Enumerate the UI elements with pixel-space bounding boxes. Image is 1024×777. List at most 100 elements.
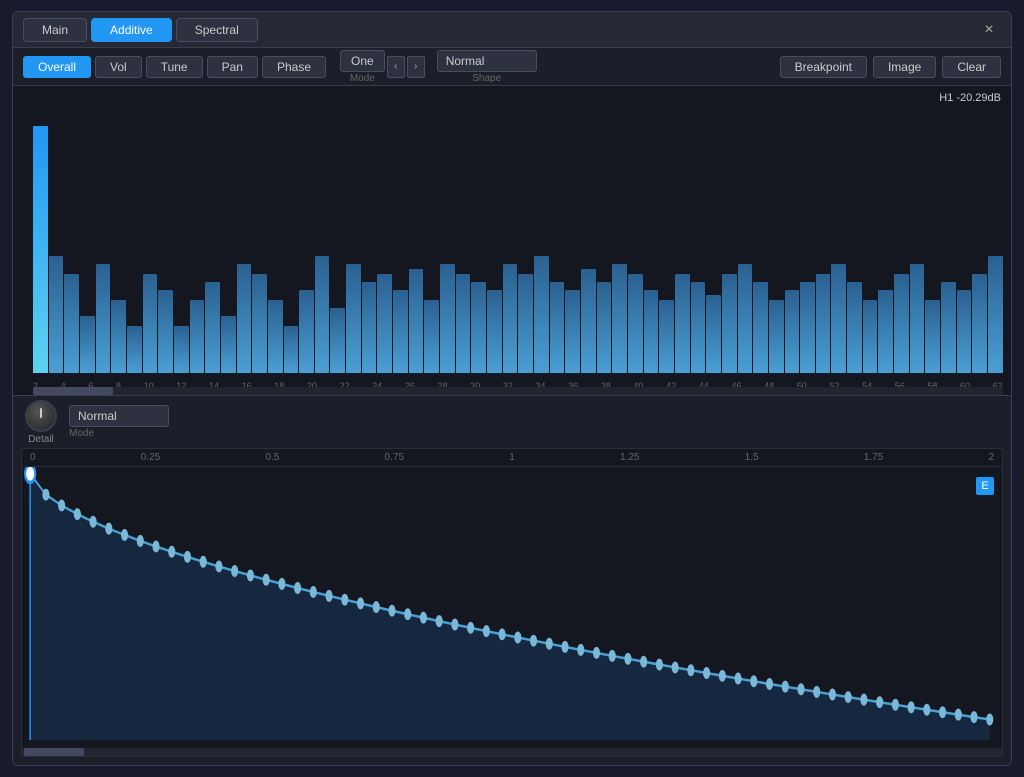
spectrum-bar[interactable]	[785, 290, 800, 373]
envelope-point[interactable]	[986, 714, 993, 726]
envelope-point[interactable]	[829, 689, 836, 701]
spectrum-bar[interactable]	[925, 300, 940, 373]
envelope-point[interactable]	[609, 650, 616, 662]
breakpoint-button[interactable]: Breakpoint	[780, 56, 867, 78]
envelope-point[interactable]	[766, 678, 773, 690]
next-arrow[interactable]: ›	[407, 56, 425, 78]
envelope-point[interactable]	[90, 516, 97, 528]
spectrum-bar[interactable]	[612, 264, 627, 373]
spectrum-bar[interactable]	[534, 256, 549, 373]
spectrum-bar[interactable]	[518, 274, 533, 373]
subtab-pan[interactable]: Pan	[207, 56, 258, 78]
envelope-point[interactable]	[404, 608, 411, 620]
envelope-point[interactable]	[278, 578, 285, 590]
spectrum-bar[interactable]	[377, 274, 392, 373]
spectrum-bar[interactable]	[111, 300, 126, 373]
envelope-point[interactable]	[420, 612, 427, 624]
spectrum-bar[interactable]	[252, 274, 267, 373]
spectrum-bar[interactable]	[299, 290, 314, 373]
envelope-point[interactable]	[25, 467, 35, 482]
spectrum-bar[interactable]	[64, 274, 79, 373]
envelope-point[interactable]	[58, 499, 65, 511]
envelope-point[interactable]	[341, 594, 348, 606]
envelope-point[interactable]	[672, 661, 679, 673]
spectrum-chart[interactable]	[33, 106, 1003, 373]
spectrum-bar[interactable]	[440, 264, 455, 373]
envelope-point[interactable]	[373, 601, 380, 613]
spectrum-bar[interactable]	[894, 274, 909, 373]
spectrum-bar[interactable]	[471, 282, 486, 373]
envelope-point[interactable]	[451, 619, 458, 631]
spectrum-bar[interactable]	[424, 300, 439, 373]
spectrum-bar[interactable]	[409, 269, 424, 373]
spectrum-bar[interactable]	[706, 295, 721, 373]
shape-select[interactable]: Normal Random Custom	[437, 50, 537, 72]
spectrum-bar[interactable]	[174, 326, 189, 373]
prev-arrow[interactable]: ‹	[387, 56, 405, 78]
envelope-point[interactable]	[310, 586, 317, 598]
envelope-scrollbar[interactable]	[22, 748, 1002, 756]
envelope-point[interactable]	[184, 551, 191, 563]
mode-select[interactable]: Normal Custom Random	[69, 405, 169, 427]
envelope-point[interactable]	[105, 523, 112, 535]
spectrum-bar[interactable]	[769, 300, 784, 373]
spectrum-bar[interactable]	[644, 290, 659, 373]
envelope-point[interactable]	[514, 632, 521, 644]
image-button[interactable]: Image	[873, 56, 936, 78]
spectrum-bar[interactable]	[158, 290, 173, 373]
spectrum-bar[interactable]	[456, 274, 471, 373]
subtab-vol[interactable]: Vol	[95, 56, 142, 78]
spectrum-bar[interactable]	[96, 264, 111, 373]
tab-additive[interactable]: Additive	[91, 18, 172, 42]
clear-button[interactable]: Clear	[942, 56, 1001, 78]
envelope-point[interactable]	[530, 635, 537, 647]
envelope-point[interactable]	[719, 670, 726, 682]
spectrum-bar[interactable]	[284, 326, 299, 373]
envelope-point[interactable]	[561, 641, 568, 653]
spectrum-bar[interactable]	[597, 282, 612, 373]
envelope-point[interactable]	[577, 644, 584, 656]
spectrum-bar[interactable]	[628, 274, 643, 373]
spectrum-bar[interactable]	[143, 274, 158, 373]
subtab-overall[interactable]: Overall	[23, 56, 91, 78]
spectrum-bar[interactable]	[972, 274, 987, 373]
tab-spectral[interactable]: Spectral	[176, 18, 258, 42]
detail-knob[interactable]	[25, 400, 57, 432]
spectrum-bar[interactable]	[362, 282, 377, 373]
envelope-point[interactable]	[593, 647, 600, 659]
spectrum-bar[interactable]	[691, 282, 706, 373]
envelope-point[interactable]	[813, 686, 820, 698]
spectrum-bar[interactable]	[315, 256, 330, 373]
envelope-point[interactable]	[388, 605, 395, 617]
close-button[interactable]: ×	[977, 18, 1001, 42]
envelope-point[interactable]	[137, 535, 144, 547]
tab-main[interactable]: Main	[23, 18, 87, 42]
envelope-point[interactable]	[483, 625, 490, 637]
spectrum-bar[interactable]	[80, 316, 95, 373]
envelope-point[interactable]	[908, 701, 915, 713]
envelope-point[interactable]	[294, 582, 301, 594]
envelope-point[interactable]	[436, 615, 443, 627]
envelope-point[interactable]	[200, 556, 207, 568]
spectrum-bar[interactable]	[330, 308, 345, 373]
spectrum-bar[interactable]	[268, 300, 283, 373]
spectrum-bar[interactable]	[847, 282, 862, 373]
spectrum-bar[interactable]	[581, 269, 596, 373]
spectrum-bar[interactable]	[863, 300, 878, 373]
envelope-point[interactable]	[152, 540, 159, 552]
envelope-point[interactable]	[687, 664, 694, 676]
envelope-point[interactable]	[703, 667, 710, 679]
spectrum-bar[interactable]	[753, 282, 768, 373]
spectrum-bar[interactable]	[675, 274, 690, 373]
spectrum-bar[interactable]	[190, 300, 205, 373]
envelope-point[interactable]	[845, 691, 852, 703]
spectrum-bar[interactable]	[127, 326, 142, 373]
spectrum-bar[interactable]	[722, 274, 737, 373]
envelope-point[interactable]	[263, 574, 270, 586]
envelope-point[interactable]	[499, 628, 506, 640]
envelope-point[interactable]	[955, 709, 962, 721]
envelope-point[interactable]	[656, 659, 663, 671]
spectrum-bar[interactable]	[237, 264, 252, 373]
envelope-point[interactable]	[231, 565, 238, 577]
envelope-point[interactable]	[42, 489, 49, 501]
